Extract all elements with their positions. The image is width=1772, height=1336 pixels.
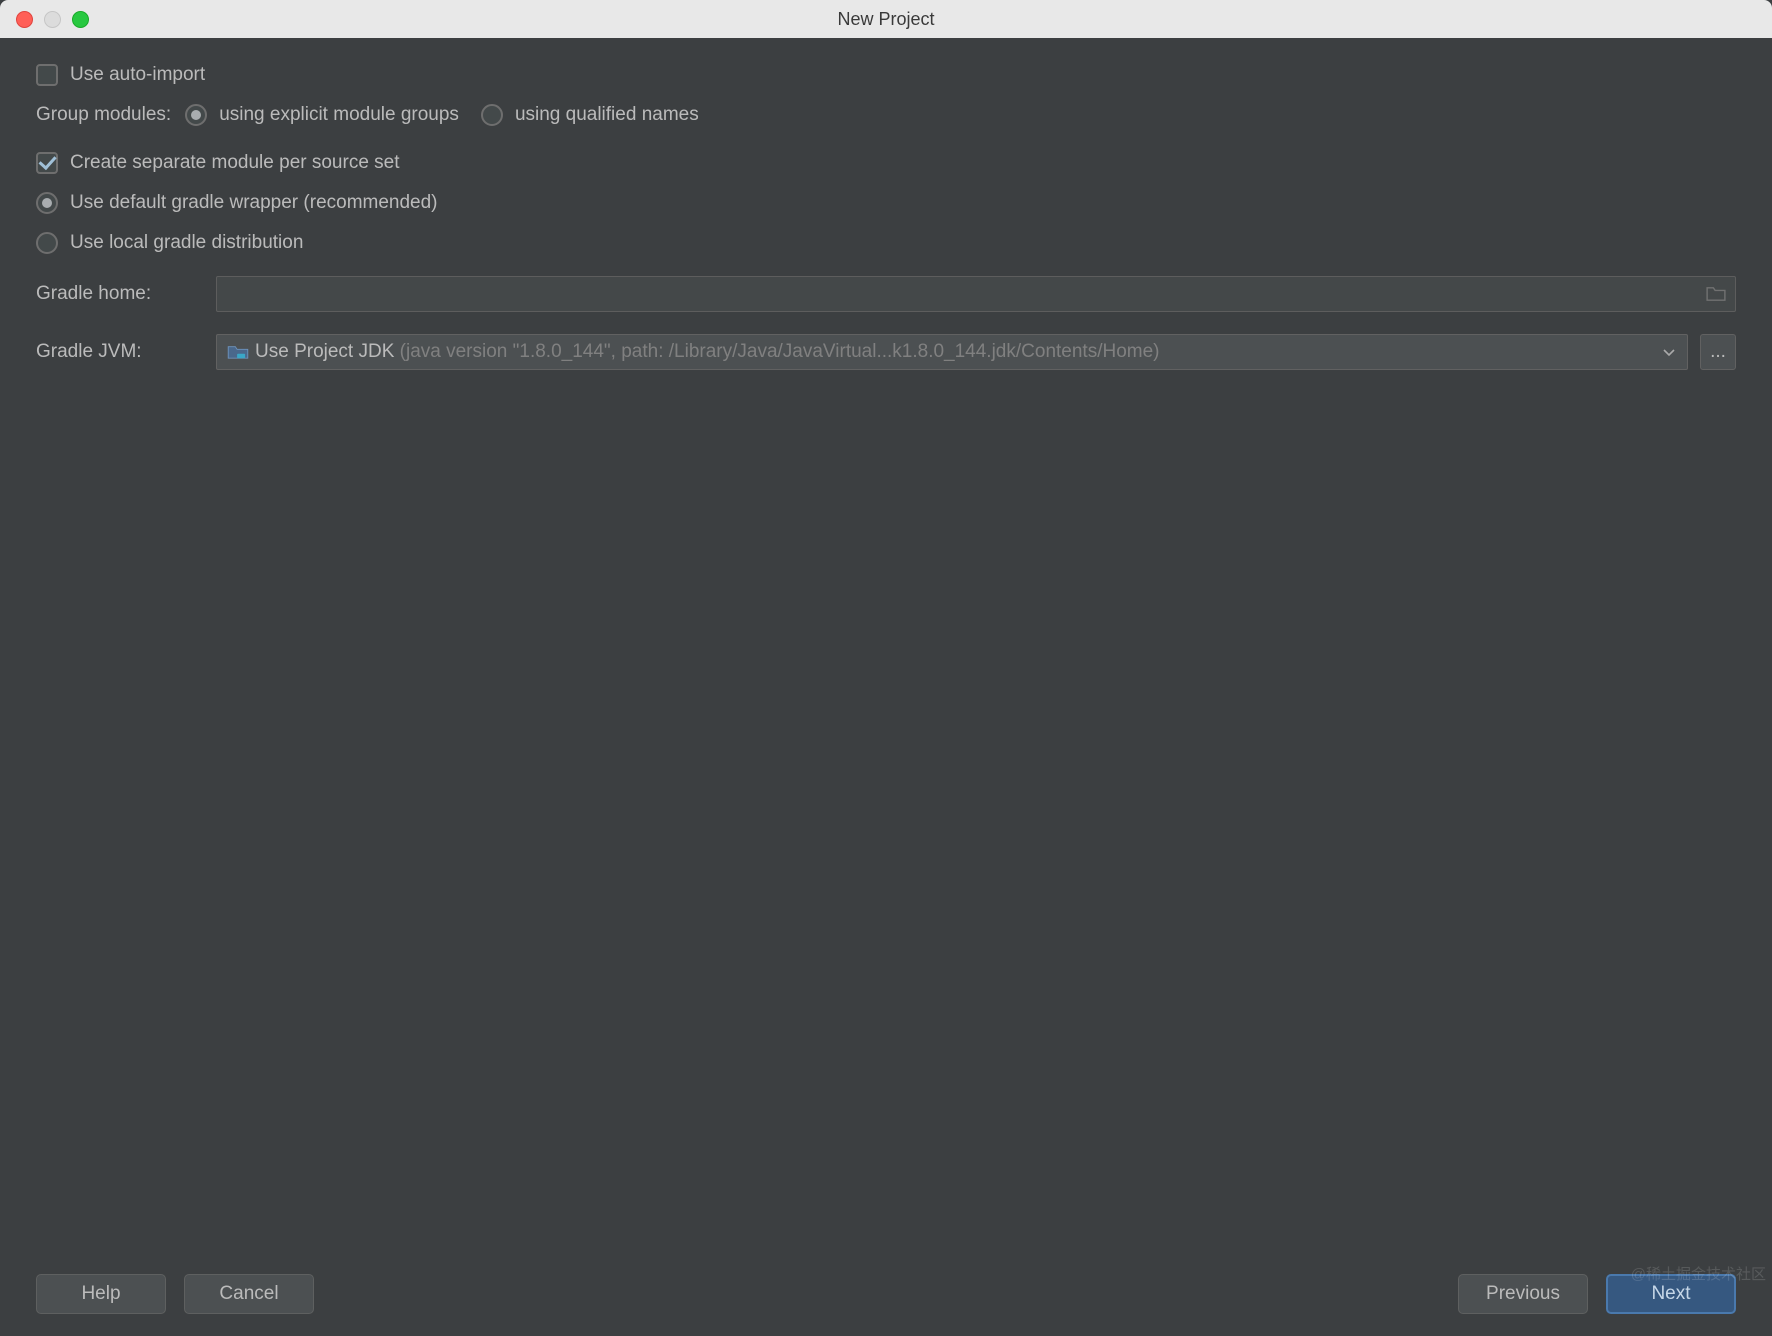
gradle-jvm-row: Gradle JVM: Use Project JDK (java versio…: [36, 334, 1736, 370]
next-button[interactable]: Next: [1606, 1274, 1736, 1314]
local-distribution-radio[interactable]: [36, 232, 58, 254]
group-modules-explicit-label: using explicit module groups: [219, 104, 459, 126]
default-wrapper-radio[interactable]: [36, 192, 58, 214]
gradle-jvm-more-button[interactable]: ...: [1700, 334, 1736, 370]
previous-button-label: Previous: [1486, 1283, 1560, 1305]
jdk-folder-icon: [227, 344, 249, 360]
titlebar: New Project: [0, 0, 1772, 38]
minimize-icon: [44, 11, 61, 28]
gradle-home-row: Gradle home:: [36, 276, 1736, 312]
default-wrapper-label: Use default gradle wrapper (recommended): [70, 192, 438, 214]
auto-import-label: Use auto-import: [70, 64, 205, 86]
group-modules-qualified-radio[interactable]: [481, 104, 503, 126]
window-title: New Project: [0, 9, 1772, 30]
gradle-jvm-label: Gradle JVM:: [36, 341, 216, 363]
gradle-home-label: Gradle home:: [36, 283, 216, 305]
group-modules-qualified-label: using qualified names: [515, 104, 699, 126]
close-icon[interactable]: [16, 11, 33, 28]
next-button-label: Next: [1651, 1283, 1690, 1305]
gradle-home-input[interactable]: [216, 276, 1736, 312]
default-wrapper-row[interactable]: Use default gradle wrapper (recommended): [36, 192, 1736, 214]
dialog-footer: Help Cancel Previous Next: [0, 1252, 1772, 1336]
cancel-button-label: Cancel: [219, 1283, 278, 1305]
gradle-jvm-dropdown[interactable]: Use Project JDK (java version "1.8.0_144…: [216, 334, 1688, 370]
separate-module-label: Create separate module per source set: [70, 152, 400, 174]
chevron-down-icon: [1663, 341, 1675, 363]
auto-import-checkbox[interactable]: [36, 64, 58, 86]
ellipsis-icon: ...: [1710, 341, 1726, 363]
auto-import-row[interactable]: Use auto-import: [36, 64, 1736, 86]
local-distribution-label: Use local gradle distribution: [70, 232, 303, 254]
group-modules-label: Group modules:: [36, 104, 171, 126]
separate-module-checkbox[interactable]: [36, 152, 58, 174]
zoom-icon[interactable]: [72, 11, 89, 28]
window-controls: [16, 11, 89, 28]
browse-folder-icon[interactable]: [1705, 286, 1727, 302]
help-button[interactable]: Help: [36, 1274, 166, 1314]
separate-module-row[interactable]: Create separate module per source set: [36, 152, 1736, 174]
group-modules-explicit-radio[interactable]: [185, 104, 207, 126]
cancel-button[interactable]: Cancel: [184, 1274, 314, 1314]
gradle-jvm-primary: Use Project JDK: [255, 341, 394, 363]
previous-button[interactable]: Previous: [1458, 1274, 1588, 1314]
local-distribution-row[interactable]: Use local gradle distribution: [36, 232, 1736, 254]
group-modules-row: Group modules: using explicit module gro…: [36, 104, 1736, 126]
gradle-jvm-detail: (java version "1.8.0_144", path: /Librar…: [400, 341, 1160, 363]
help-button-label: Help: [81, 1283, 120, 1305]
dialog-content: Use auto-import Group modules: using exp…: [0, 38, 1772, 1252]
